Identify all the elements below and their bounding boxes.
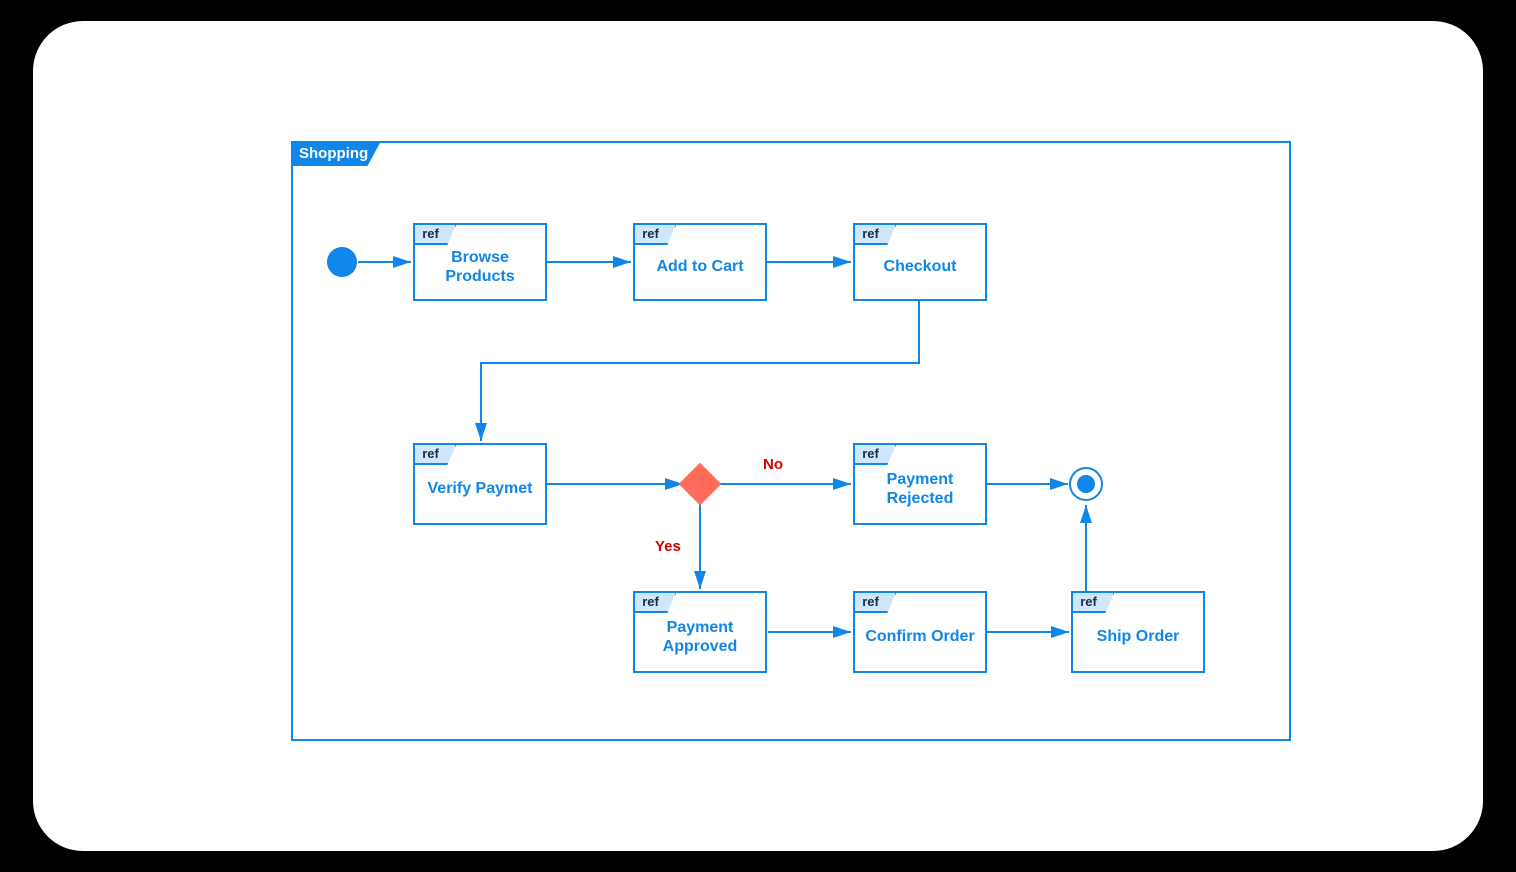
ref-tab: ref [413,223,457,245]
diagram-canvas: Shopping [33,21,1483,851]
ref-tab: ref [1071,591,1115,613]
ref-browse-products: ref Browse Products [413,223,547,301]
ref-label: Confirm Order [865,627,974,646]
ref-label: Checkout [884,257,957,276]
ref-tab: ref [633,591,677,613]
ref-verify-payment: ref Verify Paymet [413,443,547,525]
decision-diamond [679,463,721,505]
ref-checkout: ref Checkout [853,223,987,301]
ref-label: Payment Rejected [859,470,981,508]
ref-tab: ref [633,223,677,245]
frame-title: Shopping [291,141,381,166]
ref-label: Browse Products [419,248,541,286]
end-node-inner [1077,475,1095,493]
ref-payment-approved: ref Payment Approved [633,591,767,673]
condition-no: No [763,456,783,473]
ref-tab: ref [853,591,897,613]
ref-tab: ref [853,223,897,245]
ref-label: Verify Paymet [428,479,533,498]
ref-add-to-cart: ref Add to Cart [633,223,767,301]
ref-payment-rejected: ref Payment Rejected [853,443,987,525]
ref-tab: ref [413,443,457,465]
ref-label: Ship Order [1097,627,1180,646]
start-node [327,247,357,277]
ref-label: Payment Approved [639,618,761,656]
condition-yes: Yes [655,538,681,555]
ref-confirm-order: ref Confirm Order [853,591,987,673]
shopping-frame: Shopping [291,141,1291,741]
end-node [1069,467,1103,501]
ref-ship-order: ref Ship Order [1071,591,1205,673]
ref-tab: ref [853,443,897,465]
ref-label: Add to Cart [656,257,743,276]
